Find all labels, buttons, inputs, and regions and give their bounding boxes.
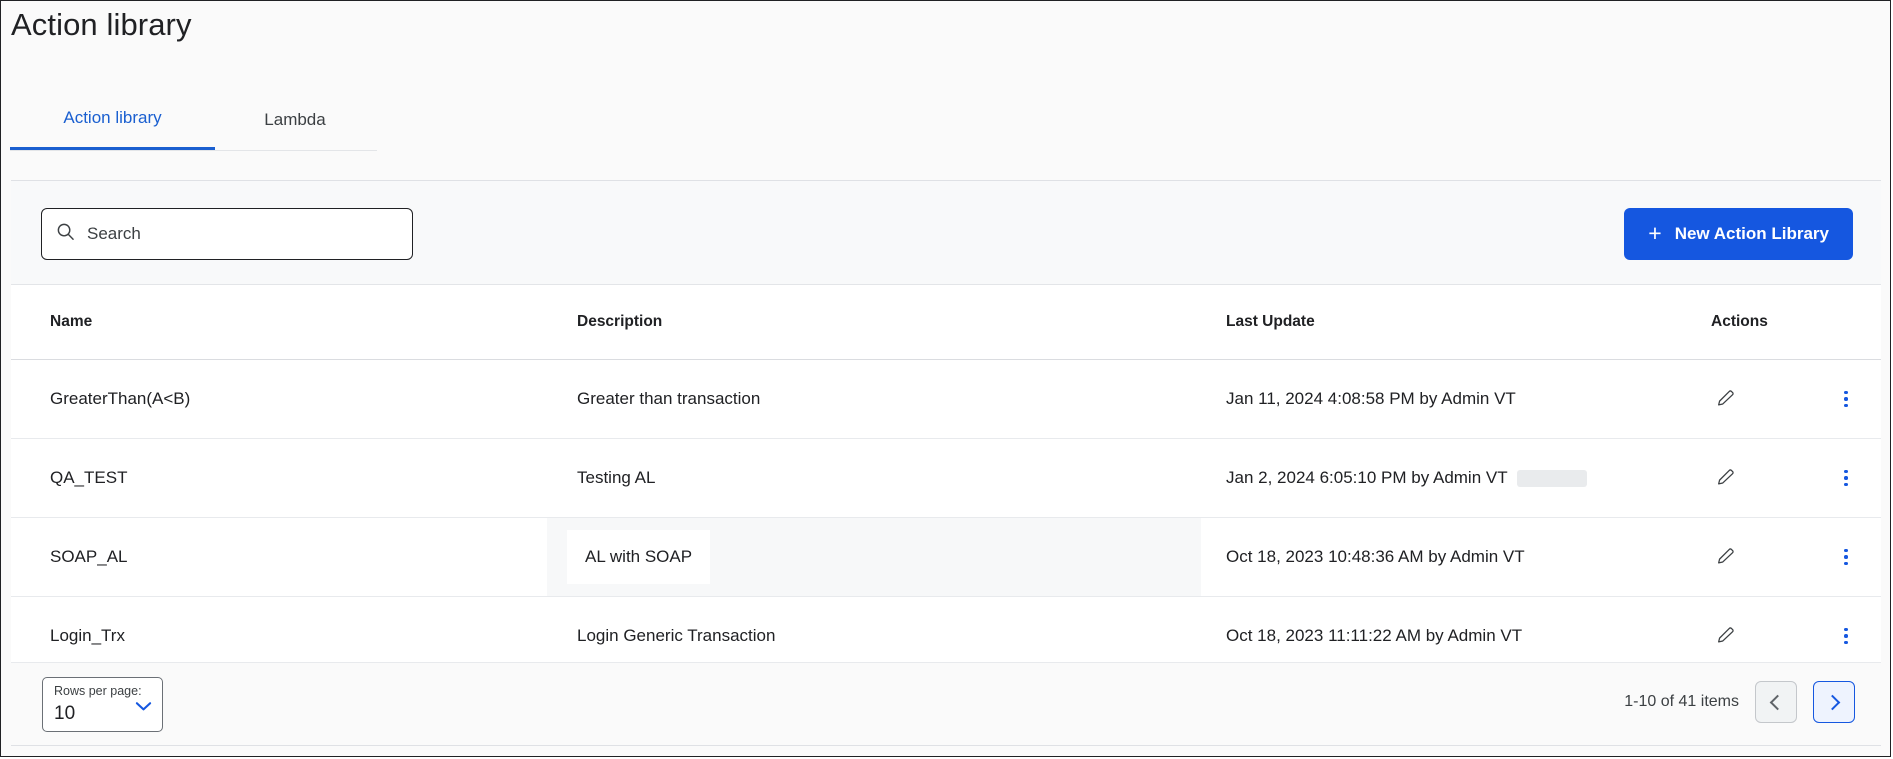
description-tooltip: AL with SOAP (567, 530, 711, 584)
pencil-icon (1715, 624, 1737, 649)
tab-lambda-label: Lambda (264, 109, 326, 129)
edit-button[interactable] (1711, 542, 1741, 572)
column-header-last-update: Last Update (1226, 313, 1315, 330)
rows-per-page-select[interactable]: Rows per page: 10 (42, 677, 163, 732)
edit-button[interactable] (1711, 621, 1741, 651)
column-header-description: Description (577, 313, 663, 330)
cell-last-update-text: Jan 2, 2024 6:05:10 PM by Admin VT (1226, 468, 1508, 487)
rows-per-page-label: Rows per page: (54, 684, 142, 698)
chevron-right-icon (1824, 694, 1841, 710)
cell-menu (1831, 518, 1871, 596)
chevron-left-icon (1769, 694, 1786, 710)
more-vertical-icon (1844, 469, 1848, 487)
more-vertical-icon (1844, 627, 1848, 645)
pencil-icon (1715, 466, 1737, 491)
search-icon (56, 222, 75, 246)
search-box[interactable] (41, 208, 413, 260)
action-library-table: Name Description Last Update Actions Gre… (11, 285, 1881, 676)
more-vertical-icon (1844, 390, 1848, 408)
edit-button[interactable] (1711, 384, 1741, 414)
cell-menu (1831, 360, 1871, 438)
cell-name: GreaterThan(A<B) (50, 389, 191, 408)
tab-lambda[interactable]: Lambda (215, 89, 375, 150)
row-menu-button[interactable] (1831, 542, 1861, 572)
cell-name: SOAP_AL (50, 547, 128, 566)
cell-description: Testing AL (577, 468, 656, 487)
row-menu-button[interactable] (1831, 621, 1861, 651)
rows-per-page-value: 10 (54, 703, 76, 724)
table-footer: Rows per page: 10 1-10 of 41 items (11, 662, 1881, 745)
chevron-down-icon (135, 699, 152, 717)
cell-name: QA_TEST (50, 468, 128, 487)
table-header-row: Name Description Last Update Actions (11, 285, 1881, 360)
row-menu-button[interactable] (1831, 463, 1861, 493)
search-input[interactable] (87, 224, 398, 244)
new-action-library-label: New Action Library (1674, 224, 1829, 243)
cell-last-update: Jan 11, 2024 4:08:58 PM by Admin VT (1226, 389, 1516, 408)
cell-menu (1831, 439, 1871, 517)
tab-action-library[interactable]: Action library (10, 89, 215, 150)
next-page-button[interactable] (1813, 681, 1855, 723)
pencil-icon (1715, 387, 1737, 412)
table-row[interactable]: SOAP_AL AL with SOAP Oct 18, 2023 10:48:… (11, 518, 1881, 597)
cell-last-update: Oct 18, 2023 10:48:36 AM by Admin VT (1226, 547, 1525, 566)
table-row[interactable]: GreaterThan(A<B) Greater than transactio… (11, 360, 1881, 439)
redaction-block (1516, 469, 1587, 487)
row-menu-button[interactable] (1831, 384, 1861, 414)
action-library-card: + New Action Library Name Description La… (11, 180, 1881, 746)
tab-action-library-label: Action library (63, 108, 162, 127)
page-title: Action library (11, 7, 192, 42)
cell-edit (1711, 518, 1771, 596)
more-vertical-icon (1844, 548, 1848, 566)
column-header-actions: Actions (1711, 313, 1768, 330)
previous-page-button[interactable] (1755, 681, 1797, 723)
plus-icon: + (1648, 219, 1662, 246)
table-toolbar: + New Action Library (11, 181, 1881, 285)
cell-description: Greater than transaction (577, 389, 761, 408)
pagination-range: 1-10 of 41 items (1624, 693, 1739, 710)
tab-bar: Action library Lambda (10, 89, 377, 151)
cell-edit (1711, 439, 1771, 517)
edit-button[interactable] (1711, 463, 1741, 493)
pencil-icon (1715, 545, 1737, 570)
cell-last-update: Jan 2, 2024 6:05:10 PM by Admin VT (1226, 439, 1587, 517)
new-action-library-button[interactable]: + New Action Library (1624, 208, 1853, 260)
column-header-name: Name (50, 313, 93, 330)
action-library-page: Action library Action library Lambda Sea… (0, 0, 1891, 757)
pagination: 1-10 of 41 items (1624, 681, 1855, 723)
cell-edit (1711, 360, 1771, 438)
table-row[interactable]: QA_TEST Testing AL Jan 2, 2024 6:05:10 P… (11, 439, 1881, 518)
